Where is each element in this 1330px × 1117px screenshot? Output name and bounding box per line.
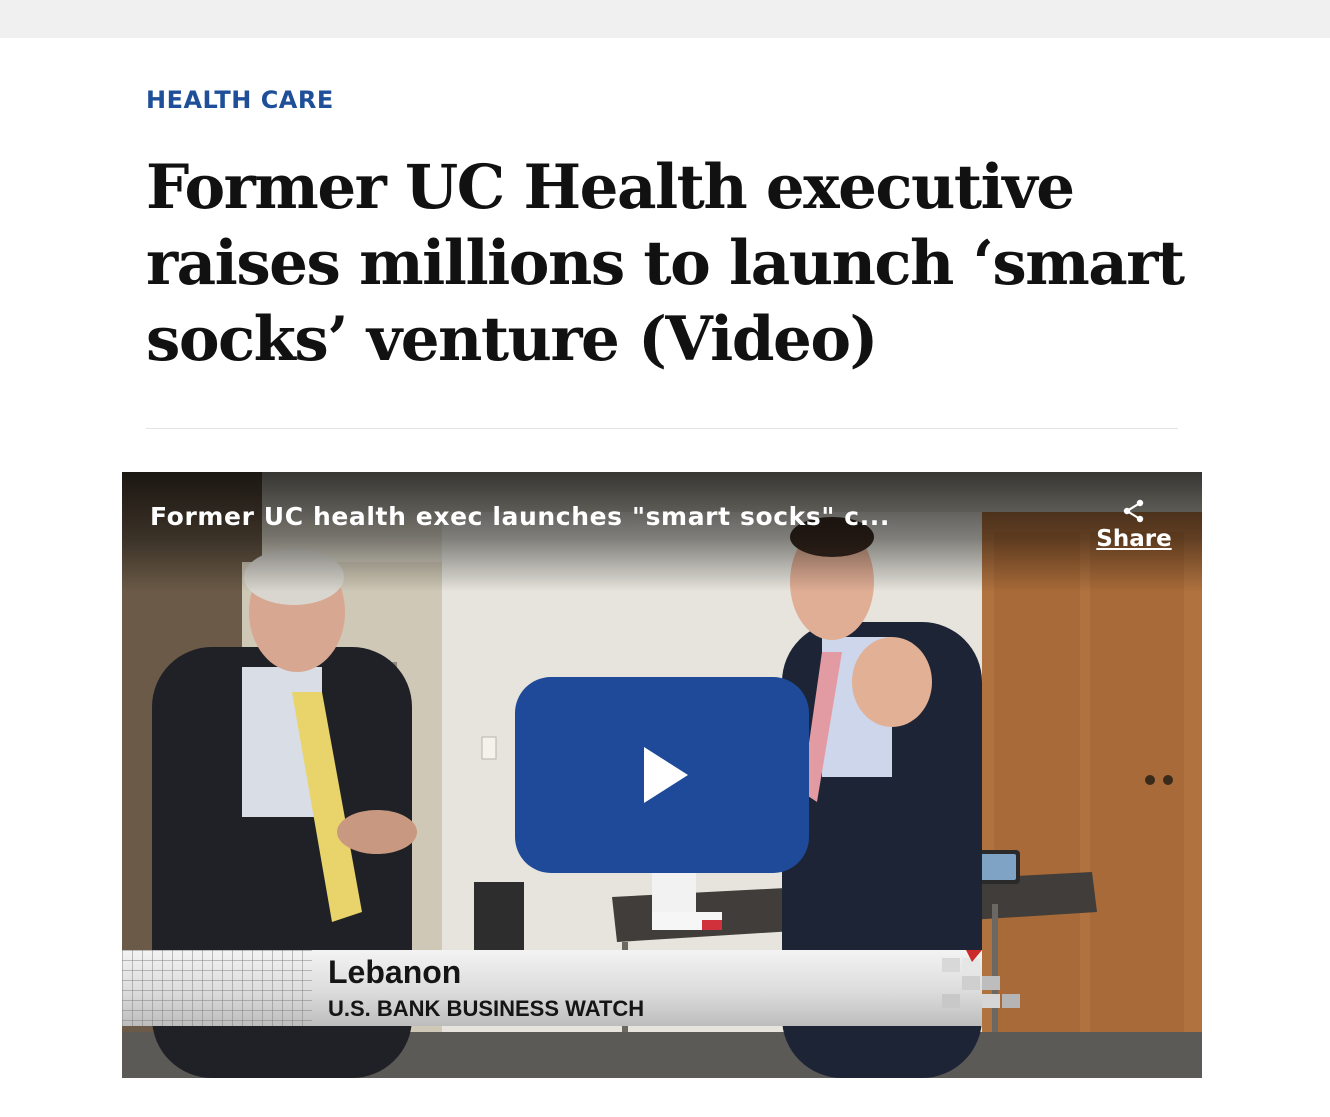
video-title-gradient (122, 472, 1202, 592)
share-icon (1123, 499, 1144, 523)
lower-third-grid-pattern (122, 950, 312, 1026)
video-title[interactable]: Former UC health exec launches "smart so… (150, 502, 1030, 531)
article-headline: Former UC Health executive raises millio… (146, 152, 1185, 375)
lower-third-location: Lebanon (328, 954, 462, 990)
lower-third-graphic: Lebanon U.S. BANK BUSINESS WATCH (122, 950, 1202, 1026)
lower-third-logo-blocks (942, 950, 1020, 1008)
video-player[interactable]: Former UC health exec launches "smart so… (122, 472, 1202, 1078)
browser-top-bar (0, 0, 1330, 38)
play-icon (644, 747, 688, 803)
play-button[interactable] (515, 677, 809, 873)
lower-third-program: U.S. BANK BUSINESS WATCH (328, 996, 645, 1021)
divider (146, 428, 1178, 429)
category-link[interactable]: HEALTH CARE (146, 86, 334, 114)
share-label: Share (1096, 526, 1172, 552)
share-button[interactable]: Share (1088, 498, 1180, 552)
